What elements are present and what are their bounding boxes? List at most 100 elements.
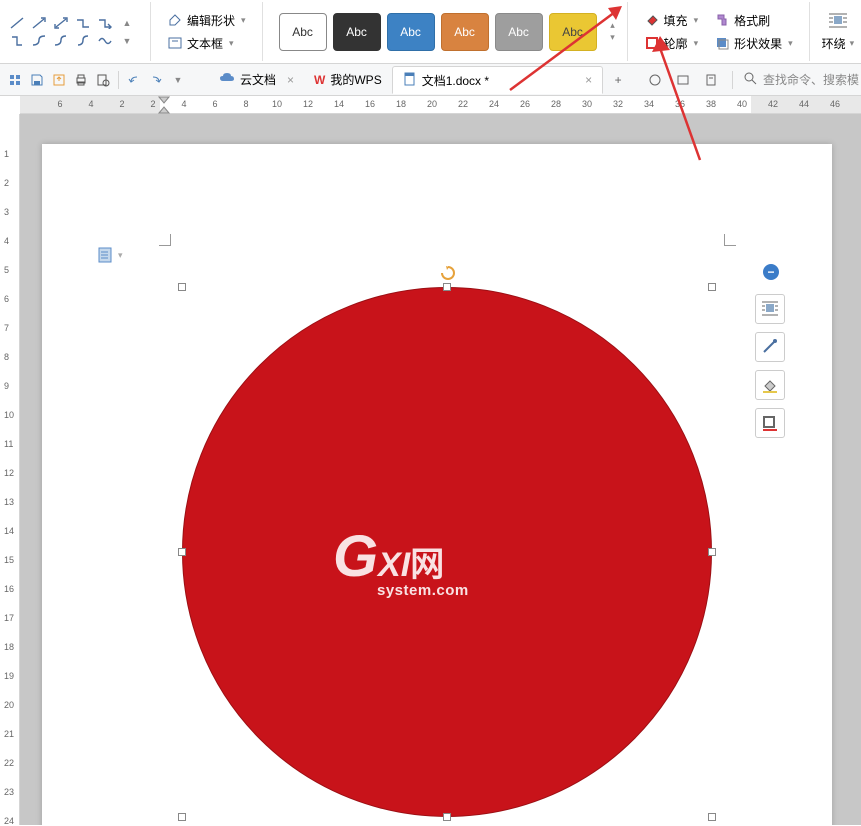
ruler-tick: 6 [212,99,217,109]
ruler-tick: 4 [4,236,9,246]
ruler-tick: 16 [4,584,14,594]
more-shapes-down-icon[interactable]: ▼ [118,33,136,49]
search-placeholder[interactable]: 查找命令、搜索模 [763,71,859,88]
style-swatch-5[interactable]: Abc [549,13,597,51]
rotate-handle-icon[interactable] [440,265,454,279]
new-tab-button[interactable]: + [607,69,629,91]
fill-outline-section: 填充 ▾ 轮廓 ▾ 格式刷 形状效果 ▾ [627,2,810,61]
layout-options-icon[interactable] [755,294,785,324]
style-swatch-1[interactable]: Abc [333,13,381,51]
arrow-line-icon[interactable] [30,15,48,31]
redo-icon[interactable] [145,69,167,91]
format-brush-icon [714,12,730,28]
resize-handle-bm[interactable] [443,813,451,821]
print-icon[interactable] [70,69,92,91]
wrap-label: 环绕 [822,35,846,52]
textbox-button[interactable]: 文本框 ▾ [163,33,250,54]
ribbon-toolbar: ▲ ▼ 编辑形状 ▾ 文本框 ▾ [0,0,861,64]
style-swatch-4[interactable]: Abc [495,13,543,51]
shape-line-grid: ▲ ▼ [8,15,142,49]
ruler-tick: 10 [4,410,14,420]
content-control-icon[interactable]: ▾ [98,247,123,263]
edit-shape-icon [167,12,183,28]
edit-points-icon[interactable] [755,332,785,362]
ruler-tick: 7 [4,323,9,333]
ruler-tick: 13 [4,497,14,507]
style-swatch-0[interactable]: Abc [279,13,327,51]
tab-mywps[interactable]: W 我的WPS [304,66,392,94]
elbow-connector-icon[interactable] [74,15,92,31]
document-canvas[interactable]: ▾ GXI网 system.com − [20,114,861,825]
ruler-tick: 4 [88,99,93,109]
wrap-button[interactable]: 环绕▾ [818,8,859,56]
ruler-tick: 10 [272,99,282,109]
more-shapes-icon[interactable]: ▲ [118,15,136,31]
curve-arrow-icon[interactable] [52,33,70,49]
edit-shape-button[interactable]: 编辑形状 ▾ [163,10,250,31]
cloud-icon [219,71,235,88]
export-icon[interactable] [48,69,70,91]
watermark-text: GXI网 system.com [333,523,469,599]
ruler-tick: 32 [613,99,623,109]
vertical-ruler: 123456789101112131415161718192021222324 [0,114,20,825]
double-arrow-icon[interactable] [52,15,70,31]
shape-selection-frame[interactable]: GXI网 system.com [182,287,712,817]
preview-icon[interactable] [92,69,114,91]
ruler-tick: 2 [4,178,9,188]
ruler-tick: 8 [243,99,248,109]
tab-active-doc[interactable]: 文档1.docx * × [392,66,603,94]
curve-connector-icon[interactable] [30,33,48,49]
format-brush-button[interactable]: 格式刷 [710,10,797,31]
shape-effect-icon [714,35,730,51]
shape-style-gallery: AbcAbcAbcAbcAbcAbc [271,7,605,57]
style-swatch-3[interactable]: Abc [441,13,489,51]
resize-handle-mr[interactable] [708,548,716,556]
resize-handle-tl[interactable] [178,283,186,291]
ruler-tick: 14 [334,99,344,109]
close-icon[interactable]: × [287,73,294,87]
close-icon[interactable]: × [585,73,592,87]
resize-handle-tm[interactable] [443,283,451,291]
freeform-icon[interactable] [96,33,114,49]
undo-icon[interactable] [123,69,145,91]
tab-cloud-doc[interactable]: 云文档 × [209,66,304,94]
shape-effect-button[interactable]: 形状效果 ▾ [710,33,797,54]
toolbar-btn-icon[interactable] [644,69,666,91]
elbow-arrow-icon[interactable] [96,15,114,31]
fill-button[interactable]: 填充 ▾ [640,10,703,31]
search-icon[interactable] [743,71,757,88]
circle-shape[interactable]: GXI网 system.com [182,287,712,817]
resize-handle-ml[interactable] [178,548,186,556]
elbow-double-icon[interactable] [8,33,26,49]
ruler-tick: 38 [706,99,716,109]
gallery-down-icon[interactable]: ▾ [607,33,619,43]
home-icon[interactable] [4,69,26,91]
ruler-tick: 12 [303,99,313,109]
ruler-tick: 17 [4,613,14,623]
line-icon[interactable] [8,15,26,31]
resize-handle-bl[interactable] [178,813,186,821]
toolbar-btn3-icon[interactable] [700,69,722,91]
ruler-tick: 15 [4,555,14,565]
style-swatch-2[interactable]: Abc [387,13,435,51]
textbox-label: 文本框 [187,35,223,52]
save-icon[interactable] [26,69,48,91]
curve-double-icon[interactable] [74,33,92,49]
fill-color-icon[interactable] [755,370,785,400]
resize-handle-tr[interactable] [708,283,716,291]
dropdown-icon: ▾ [241,15,246,26]
ruler-tick: 3 [4,207,9,217]
resize-handle-br[interactable] [708,813,716,821]
shape-lines-section: ▲ ▼ [0,2,151,61]
ruler-tick: 20 [4,700,14,710]
toolbar-btn2-icon[interactable] [672,69,694,91]
outline-button[interactable]: 轮廓 ▾ [640,33,703,54]
qa-dropdown-icon[interactable]: ▼ [167,69,189,91]
gallery-up-icon[interactable]: ▴ [607,21,619,31]
ruler-tick: 2 [150,99,155,109]
ruler-tick: 19 [4,671,14,681]
outline-color-icon[interactable] [755,408,785,438]
ruler-tick: 6 [57,99,62,109]
collapse-panel-icon[interactable]: − [763,264,779,280]
dropdown-icon: ▾ [788,38,793,49]
